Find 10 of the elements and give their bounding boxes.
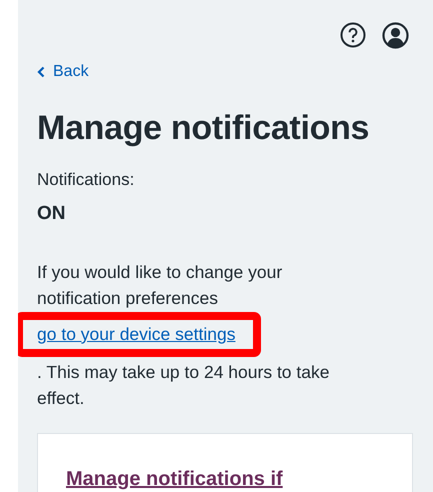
help-icon[interactable] (340, 22, 366, 48)
back-link[interactable]: Back (37, 60, 89, 84)
card-link[interactable]: Manage notifications if (66, 464, 316, 492)
page-title: Manage notifications (37, 108, 370, 149)
device-settings-link[interactable]: go to your device settings (37, 324, 236, 344)
account-icon[interactable] (382, 22, 409, 49)
status-label: Notifications: (37, 168, 136, 191)
info-paragraph: If you would like to change your notification preferences go to your device settings . This may take up to 24 hours to take effect. (37, 258, 347, 411)
status-value: ON (37, 202, 66, 226)
chevron-left-icon (37, 66, 45, 78)
